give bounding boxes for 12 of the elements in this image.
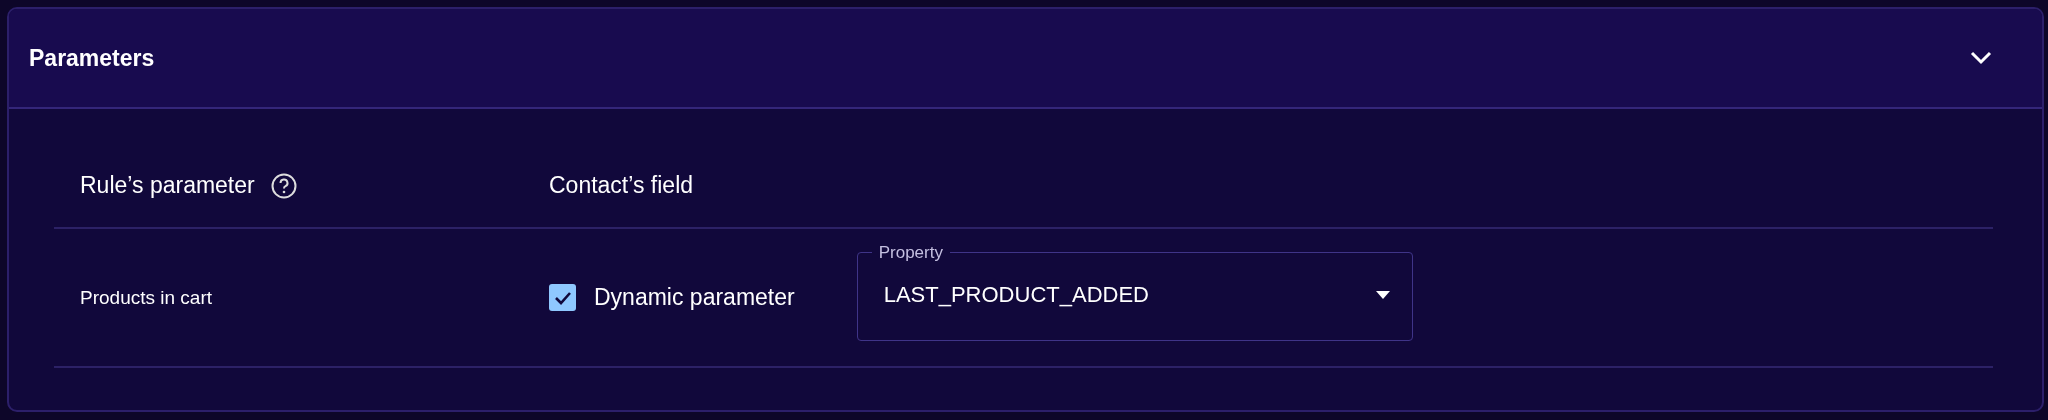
column-header: Contact’s field bbox=[549, 172, 694, 199]
dropdown-arrow-icon bbox=[1375, 291, 1390, 299]
checkbox[interactable] bbox=[549, 284, 576, 311]
help-icon[interactable] bbox=[270, 172, 297, 199]
panel-title: Parameters bbox=[29, 44, 155, 72]
checkbox-label: Dynamic parameter bbox=[594, 284, 795, 311]
field-label: Property bbox=[877, 242, 944, 263]
panel-header[interactable]: Parameters bbox=[9, 9, 2042, 109]
parameter-name: Products in cart bbox=[80, 286, 212, 309]
chevron-down-icon[interactable] bbox=[1970, 51, 1992, 65]
checkmark-icon bbox=[553, 290, 572, 305]
column-header: Rule’s parameter bbox=[80, 172, 255, 199]
